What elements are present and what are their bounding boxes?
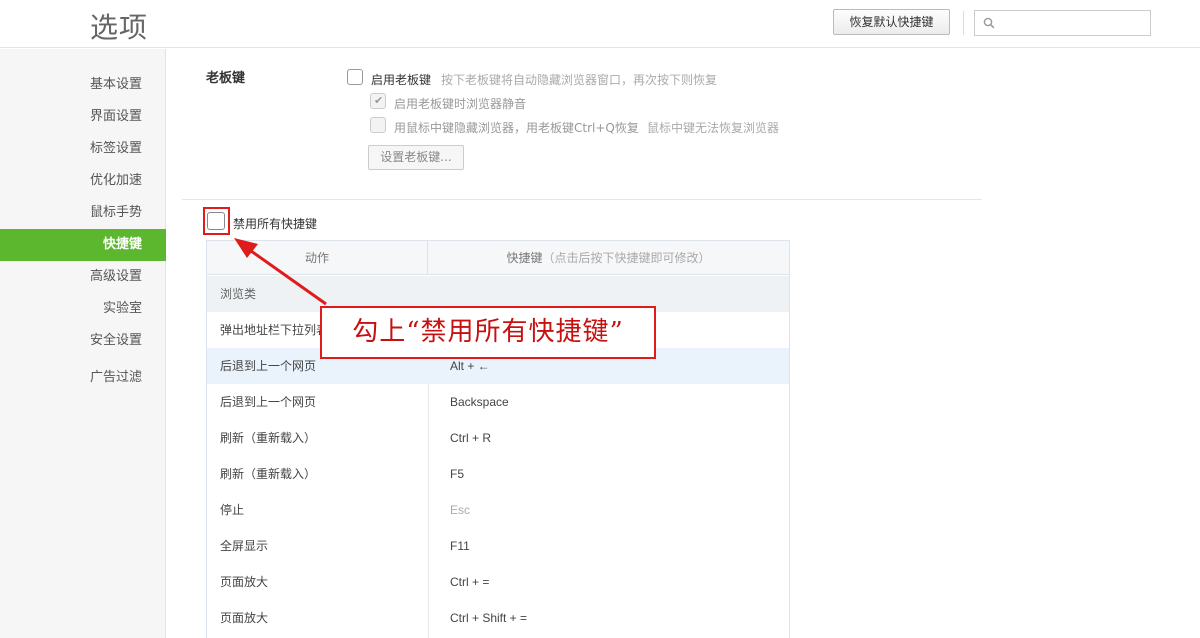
sidebar-item-basic[interactable]: 基本设置 [0,69,166,101]
row-shortcut[interactable]: Backspace [450,384,509,420]
row-shortcut[interactable]: F11 [450,528,470,564]
column-header-shortcut-hint: （点击后按下快捷键即可修改） [542,251,711,265]
column-header-action: 动作 [207,241,428,275]
row-action: 刷新（重新载入） [220,467,317,481]
annotation-callout: 勾上“禁用所有快捷键” [320,306,656,359]
table-row[interactable]: 页面放大 Ctrl + Shift + = [207,600,789,636]
check-icon: ✔ [374,94,384,107]
middle-click-hide-hint: 鼠标中键无法恢复浏览器 [647,121,780,135]
sidebar-item-lab[interactable]: 实验室 [0,293,166,325]
row-shortcut[interactable]: Ctrl + = [450,564,489,600]
sidebar-item-shortcuts[interactable]: 快捷键 [0,229,166,261]
row-action: 后退到上一个网页 [220,395,317,409]
table-row[interactable]: 后退到上一个网页 Backspace [207,384,789,420]
reset-default-shortcuts-button[interactable]: 恢复默认快捷键 [833,9,950,35]
sidebar-item-security[interactable]: 安全设置 [0,325,166,357]
row-action: 页面放大 [220,611,269,625]
disable-all-shortcuts-label: 禁用所有快捷键 [233,217,318,231]
sidebar-nav: 基本设置 界面设置 标签设置 优化加速 鼠标手势 快捷键 高级设置 实验室 安全… [0,49,166,638]
table-row[interactable]: 全屏显示 F11 [207,528,789,564]
row-action: 停止 [220,503,245,517]
row-action: 后退到上一个网页 [220,359,317,373]
row-shortcut[interactable]: Esc [450,492,470,528]
table-row[interactable]: 停止 Esc [207,492,789,528]
table-row[interactable]: 刷新（重新载入） Ctrl + R [207,420,789,456]
sidebar-item-tabs[interactable]: 标签设置 [0,133,166,165]
table-header: 动作 快捷键（点击后按下快捷键即可修改） [207,241,789,275]
row-action: 全屏显示 [220,539,269,553]
table-row[interactable]: 页面放大 Ctrl + = [207,564,789,600]
enable-boss-key-label: 启用老板键 [371,73,432,87]
row-shortcut[interactable]: Ctrl + R [450,420,491,456]
search-icon [983,17,995,29]
boss-key-mute-checkbox[interactable]: ✔ [370,93,386,109]
sidebar-item-advanced[interactable]: 高级设置 [0,261,166,293]
column-header-shortcut: 快捷键（点击后按下快捷键即可修改） [428,241,789,275]
row-action: 弹出地址栏下拉列表 [220,323,329,337]
table-row[interactable]: 刷新（重新载入） F5 [207,456,789,492]
enable-boss-key-hint: 按下老板键将自动隐藏浏览器窗口，再次按下则恢复 [441,73,718,87]
row-shortcut[interactable]: Ctrl + Shift + = [450,600,527,636]
sidebar-item-optimize[interactable]: 优化加速 [0,165,166,197]
sidebar-item-mouse-gestures[interactable]: 鼠标手势 [0,197,166,229]
row-shortcut[interactable]: F5 [450,456,464,492]
boss-key-mute-label: 启用老板键时浏览器静音 [394,97,527,111]
sidebar-item-ad-filter[interactable]: 广告过滤 [0,362,166,394]
enable-boss-key-checkbox[interactable] [347,69,363,85]
middle-click-hide-label: 用鼠标中键隐藏浏览器，用老板键Ctrl+Q恢复 [394,121,639,135]
search-input[interactable] [974,10,1151,36]
sidebar-item-interface[interactable]: 界面设置 [0,101,166,133]
section-divider [182,199,982,200]
column-header-shortcut-label: 快捷键 [506,251,543,265]
middle-click-hide-checkbox[interactable] [370,117,386,133]
page-title: 选项 [90,11,149,44]
header-divider [963,11,964,35]
checkbox-highlight-box [203,207,230,235]
boss-key-section-label: 老板键 [206,71,246,86]
set-boss-key-button[interactable]: 设置老板键... [368,145,464,170]
row-action: 页面放大 [220,575,269,589]
header-bar: 选项 恢复默认快捷键 [0,0,1200,48]
row-action: 刷新（重新载入） [220,431,317,445]
shortcut-table: 动作 快捷键（点击后按下快捷键即可修改） 浏览类 弹出地址栏下拉列表 后退到上一… [206,240,790,638]
